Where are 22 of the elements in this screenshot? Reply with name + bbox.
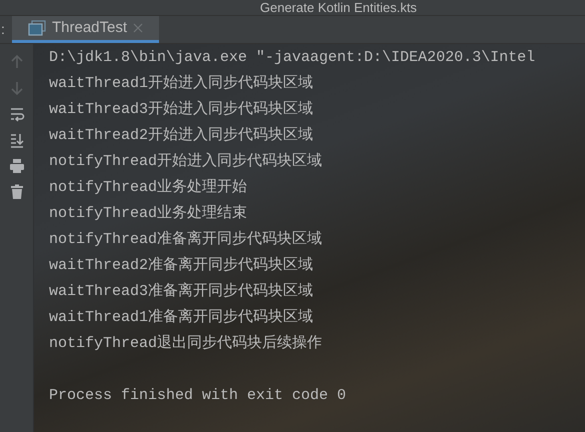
panel-label: : (0, 20, 6, 39)
console-line: notifyThread准备离开同步代码块区域 (49, 229, 322, 250)
console-line: notifyThread退出同步代码块后续操作 (49, 334, 322, 354)
console-line: waitThread2准备离开同步代码块区域 (49, 255, 314, 276)
console-line: waitThread3开始进入同步代码块区域 (49, 100, 314, 120)
console-line: waitThread1准备离开同步代码块区域 (49, 307, 314, 328)
tab-label: ThreadTest (52, 18, 128, 38)
printer-icon[interactable] (8, 158, 24, 174)
soft-wrap-icon[interactable] (8, 106, 24, 122)
scroll-to-end-icon[interactable] (8, 132, 24, 148)
console-line: waitThread2开始进入同步代码块区域 (49, 126, 314, 146)
console-line: D:\jdk1.8\bin\java.exe "-javaagent:D:\IDEA2020.3\Intel (49, 48, 536, 68)
console-line: waitThread3准备离开同步代码块区域 (49, 281, 314, 302)
console-line: notifyThread业务处理结束 (49, 204, 248, 224)
run-tab[interactable]: ThreadTest (12, 16, 160, 43)
console-line: Process finished with exit code 0 (49, 386, 346, 406)
console-window-icon (28, 20, 46, 36)
console-line: waitThread1开始进入同步代码块区域 (49, 74, 314, 94)
console-line: notifyThread开始进入同步代码块区域 (49, 152, 322, 172)
console-line: notifyThread业务处理开始 (49, 178, 248, 198)
trash-icon[interactable] (8, 184, 24, 200)
file-tab-label[interactable]: Generate Kotlin Entities.kts (260, 0, 417, 15)
